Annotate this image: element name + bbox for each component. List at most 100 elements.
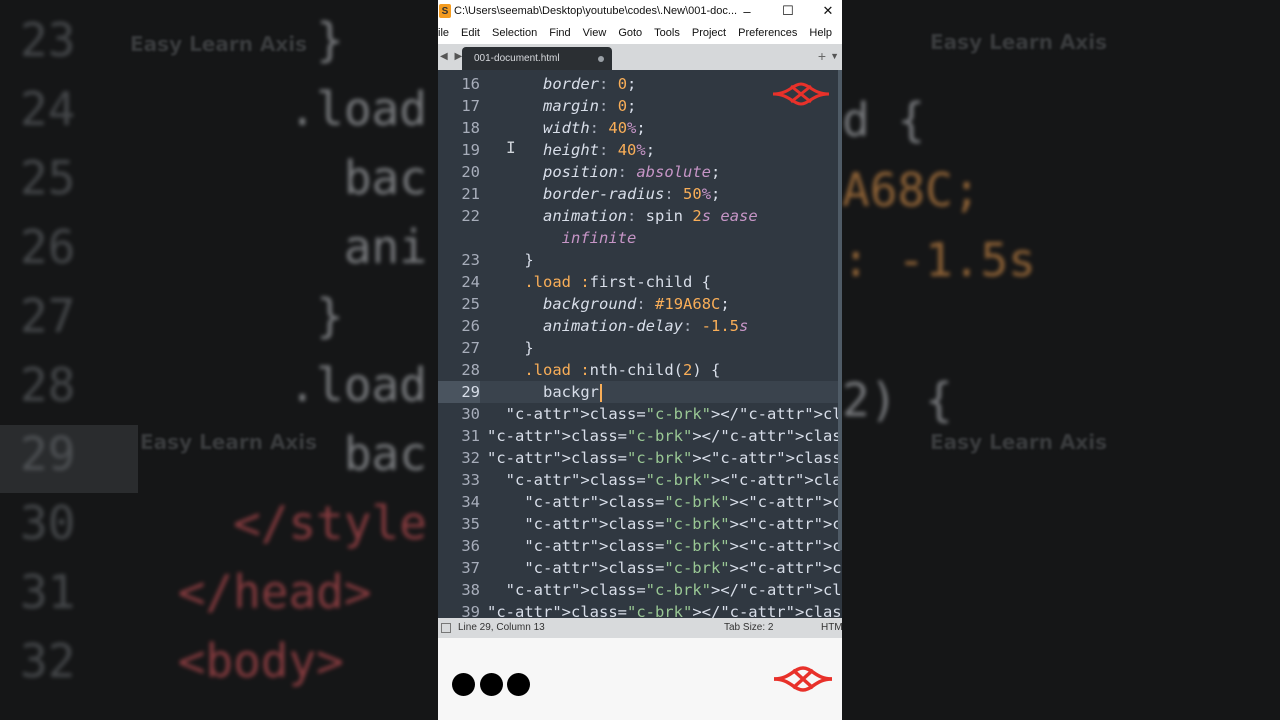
code-text: "c-attr">class="c-brk"></"c-attr">class=… [487,603,842,618]
background-line-number: 26 [20,220,76,274]
code-line[interactable]: 34 "c-attr">class="c-brk"><"c-attr">clas… [438,491,842,513]
code-text: "c-attr">class="c-brk"><"c-attr">class="… [524,559,842,577]
line-number: 17 [461,97,480,115]
code-line[interactable]: 32 "c-attr">class="c-brk"><"c-attr">class… [438,447,842,469]
code-text: } [487,251,534,269]
code-line[interactable]: 27 } [438,337,842,359]
line-number: 26 [461,317,480,335]
tab-001-document[interactable]: 001-document.html [462,47,612,70]
line-number: 36 [461,537,480,555]
code-text: "c-attr">class="c-brk"></"c-attr">class=… [505,581,842,599]
background-watermark: Easy Learn Axis [140,430,318,454]
panel-toggle-icon[interactable] [441,623,451,633]
menu-view[interactable]: View [583,27,607,39]
tab-dropdown-icon[interactable]: ▼ [830,51,839,61]
code-editor[interactable]: 16 border: 0; 17 margin: 0; 18 width: 40%;… [438,70,842,618]
menu-tools[interactable]: Tools [654,27,680,39]
menu-edit[interactable]: Edit [461,27,480,39]
code-line[interactable]: 39 "c-attr">class="c-brk"></"c-attr">clas… [438,601,842,618]
tab-size[interactable]: Tab Size: 2 [724,622,773,633]
line-number: 32 [461,449,480,467]
loader-dot [452,673,475,696]
code-line[interactable]: 38 "c-attr">class="c-brk"></"c-attr">cla… [438,579,842,601]
close-button[interactable]: ✕ [808,0,842,22]
code-text: "c-attr">class="c-brk"><"c-attr">class="… [524,515,842,533]
maximize-button[interactable]: ☐ [768,0,808,22]
line-number: 33 [461,471,480,489]
code-text: "c-attr">class="c-brk"></"c-attr">class=… [505,405,842,423]
code-line[interactable]: 20 position: absolute; [438,161,842,183]
background-line-number: 32 [20,634,76,688]
status-bar: Line 29, Column 13 Tab Size: 2 HTML [438,618,842,638]
code-line[interactable]: 33 "c-attr">class="c-brk"><"c-attr">clas… [438,469,842,491]
syntax-mode[interactable]: HTML [821,622,842,633]
code-text: .load :nth-child(2) { [524,361,721,379]
background-line-code: bac [150,151,427,205]
tab-label: 001-document.html [474,53,560,64]
code-text: "c-attr">class="c-brk"><"c-attr">class="… [524,537,842,555]
code-line[interactable]: 19 height: 40%; [438,139,842,161]
line-number: 23 [461,251,480,269]
cursor-position[interactable]: Line 29, Column 13 [458,622,545,633]
code-text: animation: spin 2s ease [543,207,758,225]
line-number: 19 [461,141,480,159]
code-text: "c-attr">class="c-brk"><"c-attr">class="… [524,493,842,511]
background-line-code: </head> [150,565,372,619]
code-text: width: 40%; [543,119,646,137]
unsaved-dot-icon[interactable] [598,55,604,62]
background-line-number: 28 [20,358,76,412]
code-line[interactable]: 36 "c-attr">class="c-brk"><"c-attr">clas… [438,535,842,557]
menu-goto[interactable]: Goto [618,27,642,39]
background-code-fragment: A68C; [842,163,981,217]
menu-project[interactable]: Project [692,27,726,39]
code-line[interactable]: 30 "c-attr">class="c-brk"></"c-attr">cla… [438,403,842,425]
code-line[interactable]: 31 "c-attr">class="c-brk"></"c-attr">clas… [438,425,842,447]
code-line[interactable]: infinite [438,227,842,249]
code-line[interactable]: 28 .load :nth-child(2) { [438,359,842,381]
loader-dot [507,673,530,696]
text-caret [599,383,602,402]
code-line[interactable]: 24 .load :first-child { [438,271,842,293]
code-line[interactable]: 22 animation: spin 2s ease [438,205,842,227]
menu-preferences[interactable]: Preferences [738,27,797,39]
background-code-fragment: d { [842,93,926,147]
background-line-code: <body> [150,634,344,688]
code-text: .load :first-child { [524,273,711,291]
background-line-code: </style [150,496,427,550]
code-line[interactable]: 35 "c-attr">class="c-brk"><"c-attr">clas… [438,513,842,535]
menu-help[interactable]: Help [809,27,832,39]
vertical-scrollbar[interactable] [838,70,842,550]
easy-learn-axis-logo [773,666,833,692]
line-number: 28 [461,361,480,379]
line-number: 20 [461,163,480,181]
menu-file[interactable]: ile [438,27,449,39]
background-watermark: Easy Learn Axis [130,32,308,56]
code-text: border: 0; [543,75,637,93]
code-line[interactable]: 18 width: 40%; [438,117,842,139]
minimize-button[interactable]: – [727,0,767,22]
code-line[interactable]: 37 "c-attr">class="c-brk"><"c-attr">clas… [438,557,842,579]
code-line[interactable]: 23 } [438,249,842,271]
new-tab-icon[interactable]: + [818,48,826,64]
line-number: 22 [461,207,480,225]
line-number: 39 [461,603,480,618]
easy-learn-axis-logo [772,82,830,106]
code-line[interactable]: 26 animation-delay: -1.5s [438,315,842,337]
menu-selection[interactable]: Selection [492,27,537,39]
background-line-number: 30 [20,496,76,550]
line-number: 24 [461,273,480,291]
background-line-code: } [150,289,344,343]
code-line[interactable]: 29 backgr [438,381,842,403]
background-line-number: 29 [20,427,76,481]
line-number: 34 [461,493,480,511]
tab-bar: ◀ ▶ 001-document.html + ▼ [438,44,842,70]
code-line[interactable]: 25 background: #19A68C; [438,293,842,315]
background-line-number: 24 [20,82,76,136]
background-line-code: .load [150,82,427,136]
menu-find[interactable]: Find [549,27,570,39]
background-line-code: ani [150,220,427,274]
tab-scroll-arrows-icon[interactable]: ◀ ▶ [440,51,464,62]
window-title: C:\Users\seemab\Desktop\youtube\codes\.N… [454,5,738,17]
code-line[interactable]: 21 border-radius: 50%; [438,183,842,205]
background-watermark: Easy Learn Axis [930,30,1108,54]
